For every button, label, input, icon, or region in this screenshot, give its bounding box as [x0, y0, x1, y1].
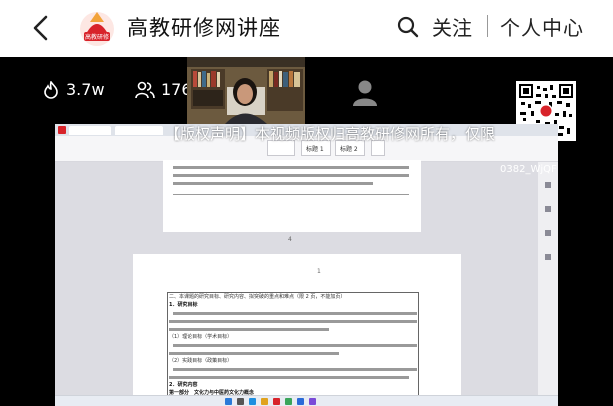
- table-border: [173, 194, 409, 195]
- document-tab[interactable]: [69, 126, 111, 135]
- taskbar-app-icon[interactable]: [261, 398, 268, 405]
- start-icon[interactable]: [225, 398, 232, 405]
- text-line: [169, 320, 417, 323]
- heading-practice: （2）实践目标（政策目标）: [169, 358, 233, 364]
- text-line: [173, 344, 417, 347]
- view-count-value: 3.7w: [66, 80, 105, 99]
- view-count: 3.7w: [42, 80, 105, 99]
- tool-icon[interactable]: [545, 182, 551, 188]
- document-table: [167, 292, 419, 402]
- text-line: [169, 352, 339, 355]
- wps-logo-icon: [58, 126, 66, 134]
- taskbar-app-icon[interactable]: [297, 398, 304, 405]
- flame-icon: [44, 80, 58, 99]
- svg-text:高教研修: 高教研修: [85, 33, 109, 41]
- document-tab[interactable]: [115, 126, 163, 135]
- taskbar-app-icon[interactable]: [285, 398, 292, 405]
- text-line: [173, 174, 409, 177]
- page-number: 4: [288, 236, 292, 243]
- document-canvas: 4 1 二、本课题的研究目标、研究内容、拟突破的重点和难点（限 2 页，不能加页…: [55, 160, 558, 404]
- text-line: [173, 368, 417, 371]
- presenter-video-frame: [187, 57, 305, 124]
- presenter-webcam: [187, 57, 305, 124]
- os-taskbar: [55, 395, 558, 406]
- heading-theory: （1）理论目标（学术目标）: [169, 334, 233, 340]
- tool-icon[interactable]: [545, 230, 551, 236]
- text-line: [173, 312, 417, 315]
- text-line: [169, 376, 409, 379]
- taskbar-app-icon[interactable]: [309, 398, 316, 405]
- tool-icon[interactable]: [545, 206, 551, 212]
- profile-button[interactable]: 个人中心: [500, 12, 584, 41]
- document-page: 1 二、本课题的研究目标、研究内容、拟突破的重点和难点（限 2 页，不能加页） …: [133, 254, 461, 404]
- follow-button[interactable]: 关注: [432, 12, 472, 41]
- copyright-notice: 【版权声明】本视频版权归高教研修网所有，仅限: [165, 125, 496, 143]
- video-player[interactable]: 3.7w 1762 标题 1 标题 2 4 1 二、本课题的研究目标、研究内容、…: [0, 57, 613, 406]
- app-header: 高教研修 高教研修网讲座 关注 个人中心: [0, 0, 613, 57]
- page-number: 1: [317, 268, 321, 275]
- taskbar-app-icon[interactable]: [249, 398, 256, 405]
- text-line: [169, 328, 329, 331]
- text-line: [173, 166, 409, 169]
- heading-goal: 1．研究目标: [169, 302, 198, 308]
- app-logo: 高教研修: [80, 12, 114, 46]
- text-line: [173, 182, 373, 185]
- tool-icon[interactable]: [545, 254, 551, 260]
- taskbar-app-icon[interactable]: [237, 398, 244, 405]
- document-page: [163, 160, 421, 232]
- divider: [487, 15, 488, 37]
- page-title: 高教研修网讲座: [127, 16, 281, 40]
- shared-screen: 标题 1 标题 2 4 1 二、本课题的研究目标、研究内容、拟突破的重点和难点（…: [55, 124, 558, 406]
- user-avatar-icon: [353, 80, 377, 106]
- search-icon[interactable]: [396, 15, 420, 39]
- taskbar-app-icon[interactable]: [273, 398, 280, 405]
- heading-content: 2．研究内容: [169, 382, 198, 388]
- right-toolbar: [538, 162, 558, 395]
- session-id: 0382_WjQF: [500, 164, 557, 175]
- people-icon: [135, 81, 155, 98]
- table-header-text: 二、本课题的研究目标、研究内容、拟突破的重点和难点（限 2 页，不能加页）: [169, 294, 346, 300]
- back-arrow-icon[interactable]: [28, 14, 54, 42]
